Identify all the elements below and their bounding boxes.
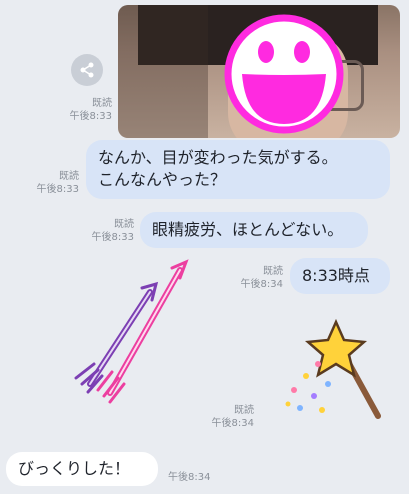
message-3-meta: 既読 午後8:33 bbox=[88, 218, 134, 244]
message-2-meta: 既読 午後8:33 bbox=[33, 170, 79, 196]
message-line-1: なんか、目が変わった気がする。 bbox=[98, 148, 338, 167]
photo-meta: 既読 午後8:33 bbox=[66, 97, 112, 123]
message-bubble-4[interactable]: 8:33時点 bbox=[290, 258, 390, 294]
timestamp: 午後8:34 bbox=[240, 279, 283, 290]
read-receipt: 既読 bbox=[234, 405, 254, 416]
sticker-meta: 既読 午後8:34 bbox=[208, 404, 254, 430]
read-receipt: 既読 bbox=[59, 171, 79, 182]
message-text: 眼精疲労、ほとんどない。 bbox=[152, 220, 344, 239]
message-text: 8:33時点 bbox=[302, 266, 370, 285]
read-receipt: 既読 bbox=[92, 98, 112, 109]
arrows-sticker[interactable] bbox=[60, 258, 200, 408]
message-bubble-2[interactable]: なんか、目が変わった気がする。 こんなんやった？ bbox=[86, 140, 390, 199]
read-receipt: 既読 bbox=[114, 219, 134, 230]
timestamp: 午後8:33 bbox=[36, 184, 79, 195]
timestamp: 午後8:33 bbox=[69, 111, 112, 122]
smiley-sticker bbox=[224, 14, 344, 134]
photo-shadow bbox=[118, 5, 208, 138]
timestamp: 午後8:33 bbox=[91, 232, 134, 243]
message-4-meta: 既読 午後8:34 bbox=[237, 265, 283, 291]
share-icon bbox=[80, 62, 94, 78]
incoming-message-bubble[interactable]: びっくりした！ bbox=[6, 452, 158, 486]
star-wand-sticker[interactable] bbox=[278, 318, 388, 428]
message-text: びっくりした！ bbox=[18, 459, 131, 478]
read-receipt: 既読 bbox=[263, 266, 283, 277]
message-line-2: こんなんやった？ bbox=[98, 170, 227, 189]
share-button[interactable] bbox=[71, 54, 103, 86]
incoming-meta: 午後8:34 bbox=[168, 471, 228, 484]
timestamp: 午後8:34 bbox=[168, 472, 211, 483]
message-bubble-3[interactable]: 眼精疲労、ほとんどない。 bbox=[140, 212, 368, 248]
timestamp: 午後8:34 bbox=[211, 418, 254, 429]
